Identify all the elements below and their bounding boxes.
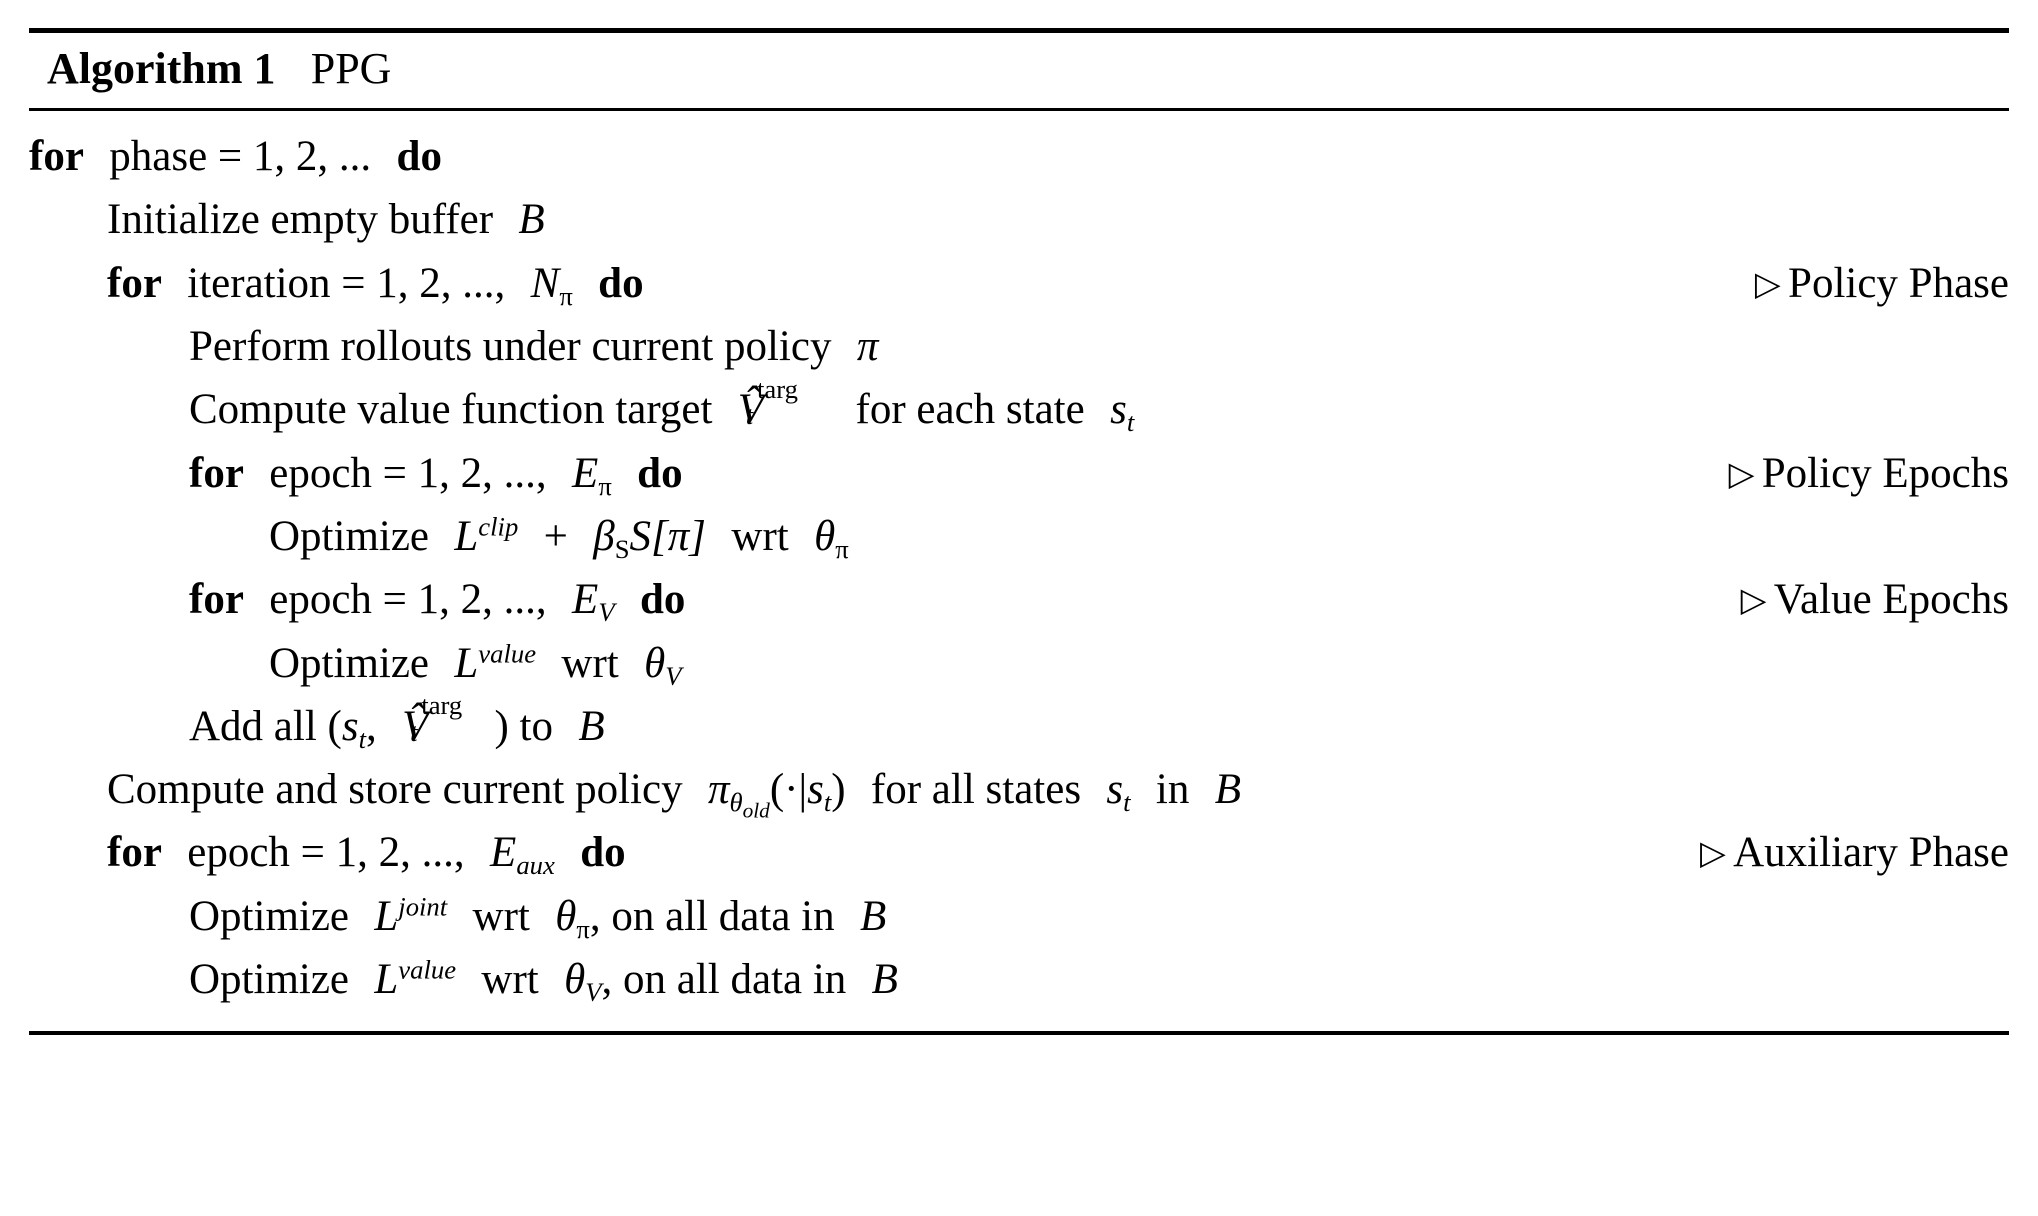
operator-plus: + bbox=[543, 512, 568, 560]
line-comment: ▷ Policy Phase bbox=[1755, 257, 2009, 310]
line-text: epoch = 1, 2, ..., bbox=[187, 829, 465, 877]
symbol-buffer: B bbox=[578, 702, 605, 750]
keyword-for: for bbox=[107, 829, 162, 877]
line-text: Perform rollouts under current policy bbox=[189, 322, 832, 370]
symbol-state-all: st bbox=[1106, 766, 1131, 818]
algorithm-body: for phase = 1, 2, ... do Initialize empt… bbox=[29, 111, 2009, 1021]
comment-text: Policy Phase bbox=[1788, 259, 2009, 307]
line-text: Compute value function target bbox=[189, 386, 713, 434]
triangle-marker-icon: ▷ bbox=[1699, 835, 1726, 873]
symbol-value-target: V̂ttargtarg bbox=[402, 690, 463, 750]
algorithm-block: Algorithm 1 PPG for phase = 1, 2, ... do… bbox=[29, 28, 2009, 1036]
line-text: Optimize bbox=[269, 512, 430, 560]
algorithm-line: Optimize Ljoint wrt θπ, on all data in B bbox=[29, 885, 2009, 948]
algorithm-caption: Algorithm 1 PPG bbox=[29, 33, 2009, 102]
symbol-entropy: S[π] bbox=[629, 512, 707, 560]
line-text: epoch = 1, 2, ..., bbox=[269, 576, 547, 624]
algorithm-caption-label: Algorithm 1 bbox=[47, 44, 276, 93]
line-text-b: for each state bbox=[855, 386, 1085, 434]
line-text: epoch = 1, 2, ..., bbox=[269, 449, 547, 497]
triangle-marker-icon: ▷ bbox=[1728, 455, 1755, 493]
algorithm-line: Add all (st, V̂ttargtarg ) to B bbox=[29, 690, 2009, 758]
algorithm-line: Initialize empty buffer B bbox=[29, 188, 2009, 251]
line-text: Optimize bbox=[269, 639, 430, 687]
line-text-c: , on all data in bbox=[589, 892, 835, 940]
algorithm-line: for epoch = 1, 2, ..., EV do ▷ Value Epoc… bbox=[29, 568, 2009, 631]
symbol-policy-epochs: Eπ bbox=[572, 449, 612, 501]
line-text: phase = 1, 2, ... bbox=[109, 133, 372, 180]
comment-text: Value Epochs bbox=[1773, 576, 2009, 624]
algorithm-caption-title: PPG bbox=[310, 44, 392, 93]
symbol-loss-value: Lvalue bbox=[454, 637, 537, 687]
line-comment: ▷ Auxiliary Phase bbox=[1700, 826, 2009, 879]
algorithm-line: Perform rollouts under current policy π bbox=[29, 315, 2009, 378]
keyword-do: do bbox=[637, 449, 683, 497]
line-text-c: in bbox=[1155, 766, 1190, 814]
line-text: Add all ( bbox=[189, 702, 342, 750]
algorithm-line: Compute and store current policy πθold(·… bbox=[29, 758, 2009, 821]
symbol-state: st bbox=[1110, 386, 1135, 438]
algorithm-line: for epoch = 1, 2, ..., Eaux do ▷ Auxiliar… bbox=[29, 821, 2009, 884]
symbol-buffer: B bbox=[1214, 766, 1242, 814]
symbol-policy: π bbox=[856, 322, 879, 370]
keyword-for: for bbox=[189, 576, 244, 624]
symbol-theta-value: θV bbox=[644, 639, 682, 691]
symbol-policy-old: πθold bbox=[707, 766, 770, 823]
line-text-b: for all states bbox=[870, 766, 1082, 814]
symbol-beta-entropy: βS bbox=[593, 512, 630, 564]
line-text-mid: , bbox=[366, 702, 377, 750]
line-text: Optimize bbox=[189, 956, 350, 1004]
symbol-theta-policy: θπ bbox=[555, 892, 590, 944]
line-text-c: , on all data in bbox=[601, 956, 847, 1004]
symbol-state: st bbox=[341, 702, 366, 754]
keyword-do: do bbox=[639, 576, 686, 624]
line-text: Compute and store current policy bbox=[107, 766, 683, 814]
line-text-b: ) to bbox=[494, 702, 553, 750]
symbol-value-target: V̂ttargtarg bbox=[737, 373, 798, 434]
line-text-b: wrt bbox=[481, 956, 539, 1004]
rule-bottom bbox=[29, 1031, 2009, 1036]
line-comment: ▷ Policy Epochs bbox=[1729, 447, 2009, 500]
line-text: Optimize bbox=[189, 892, 350, 940]
keyword-for: for bbox=[107, 259, 162, 307]
symbol-aux-epochs: Eaux bbox=[490, 829, 555, 881]
paren-close: ) bbox=[831, 766, 846, 814]
algorithm-line: Optimize Lvalue wrt θV, on all data in B bbox=[29, 948, 2009, 1011]
keyword-for: for bbox=[29, 133, 84, 180]
paren-open: (·| bbox=[769, 766, 808, 814]
symbol-loss-value: Lvalue bbox=[374, 954, 457, 1004]
comment-text: Policy Epochs bbox=[1761, 449, 2009, 497]
line-text: Initialize empty buffer bbox=[107, 196, 494, 244]
symbol-state: st bbox=[807, 766, 832, 818]
symbol-value-epochs: EV bbox=[572, 576, 615, 628]
symbol-loss-clip: Lclip bbox=[454, 511, 519, 560]
line-text-b: wrt bbox=[472, 892, 530, 940]
triangle-marker-icon: ▷ bbox=[1740, 582, 1767, 620]
algorithm-line: Compute value function target V̂ttargtar… bbox=[29, 373, 2009, 441]
line-text: iteration = 1, 2, ..., bbox=[187, 259, 506, 307]
algorithm-line: Optimize Lclip + βSS[π] wrt θπ bbox=[29, 505, 2009, 568]
symbol-buffer: B bbox=[859, 892, 887, 940]
line-comment: ▷ Value Epochs bbox=[1741, 573, 2009, 626]
keyword-for: for bbox=[189, 449, 244, 497]
symbol-buffer: B bbox=[518, 196, 545, 244]
algorithm-line: Optimize Lvalue wrt θV bbox=[29, 632, 2009, 695]
symbol-iteration-count: Nπ bbox=[530, 259, 573, 311]
symbol-theta-value: θV bbox=[564, 956, 602, 1008]
keyword-do: do bbox=[396, 133, 442, 180]
symbol-buffer: B bbox=[871, 956, 898, 1004]
line-text-b: wrt bbox=[561, 639, 619, 687]
keyword-do: do bbox=[580, 829, 626, 877]
keyword-do: do bbox=[598, 259, 644, 307]
algorithm-line: for epoch = 1, 2, ..., Eπ do ▷ Policy Epo… bbox=[29, 442, 2009, 505]
symbol-theta-policy: θπ bbox=[814, 512, 849, 564]
symbol-loss-joint: Ljoint bbox=[374, 891, 448, 940]
algorithm-line: for phase = 1, 2, ... do bbox=[29, 125, 2009, 188]
comment-text: Auxiliary Phase bbox=[1733, 829, 2009, 877]
algorithm-line: for iteration = 1, 2, ..., Nπ do ▷ Policy… bbox=[29, 252, 2009, 315]
triangle-marker-icon: ▷ bbox=[1754, 265, 1781, 303]
line-text-b: wrt bbox=[731, 512, 789, 560]
